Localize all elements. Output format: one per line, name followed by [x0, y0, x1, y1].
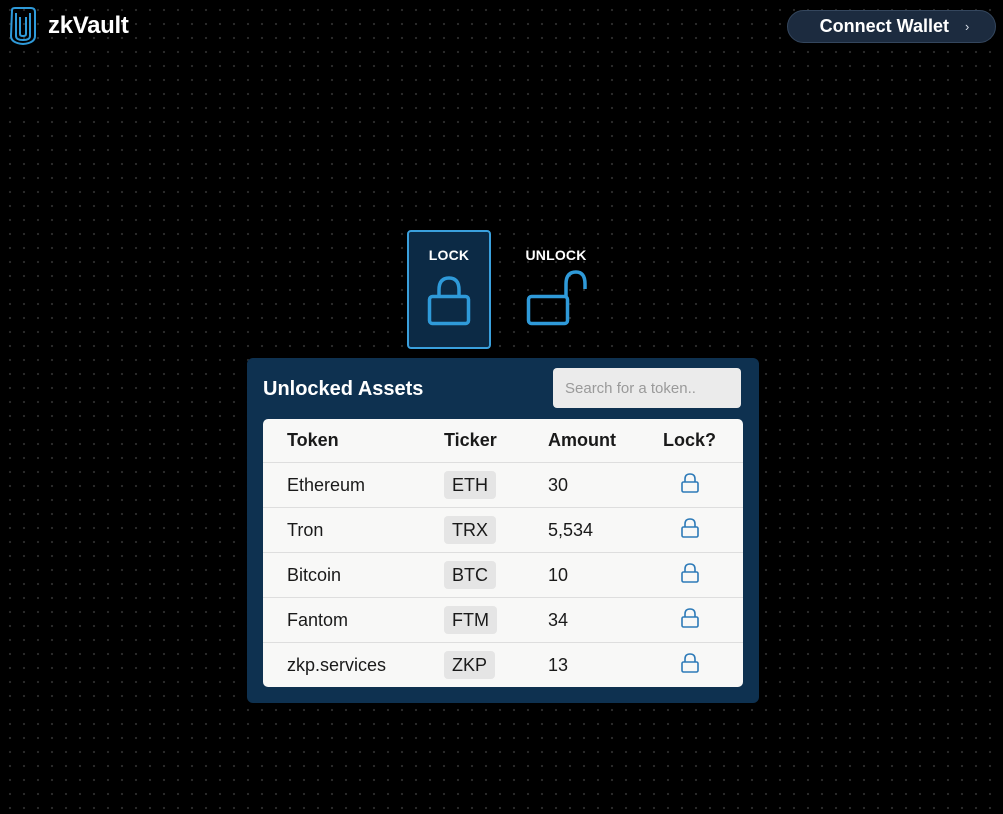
table-row: zkp.services ZKP 13: [263, 643, 743, 688]
lock-icon: [680, 562, 699, 583]
column-header-token: Token: [263, 419, 444, 463]
token-amount: 5,534: [548, 507, 660, 553]
ticker-badge: TRX: [444, 516, 496, 544]
unlock-mode-button[interactable]: UNLOCK: [514, 230, 598, 349]
token-amount: 10: [548, 552, 660, 598]
token-name: Ethereum: [263, 462, 444, 508]
table-row: Fantom FTM 34: [263, 597, 743, 643]
token-search-input[interactable]: [553, 368, 741, 408]
lock-open-icon: [526, 270, 587, 326]
column-header-amount: Amount: [548, 419, 660, 463]
token-name: Tron: [263, 507, 444, 553]
ticker-badge: ZKP: [444, 651, 496, 679]
app-logo[interactable]: zkVault: [6, 6, 129, 46]
connect-wallet-label: Connect Wallet: [819, 16, 949, 36]
unlocked-assets-panel: Unlocked Assets Token Ticker Amount Lock…: [247, 358, 759, 703]
lock-token-button[interactable]: [680, 472, 700, 494]
chevron-right-icon: ›: [965, 19, 970, 34]
lock-mode-button[interactable]: LOCK: [407, 230, 491, 349]
lock-token-button[interactable]: [680, 652, 700, 674]
token-amount: 30: [548, 462, 660, 508]
column-header-ticker: Ticker: [444, 419, 548, 463]
connect-wallet-button[interactable]: Connect Wallet ›: [787, 10, 996, 43]
app-name: zkVault: [48, 12, 129, 39]
ticker-badge: BTC: [444, 561, 496, 589]
token-name: Fantom: [263, 597, 444, 643]
table-row: Bitcoin BTC 10: [263, 552, 743, 598]
lock-icon: [680, 652, 699, 673]
ticker-badge: FTM: [444, 606, 497, 634]
lock-icon: [680, 472, 699, 493]
token-amount: 34: [548, 597, 660, 643]
lock-icon: [680, 517, 699, 538]
lock-icon: [680, 607, 699, 628]
table-header-row: Token Ticker Amount Lock?: [263, 419, 743, 463]
lock-closed-icon: [427, 276, 471, 326]
table-row: Ethereum ETH 30: [263, 462, 743, 508]
assets-table: Token Ticker Amount Lock? Ethereum ETH 3…: [263, 419, 743, 687]
vault-shield-icon: [9, 7, 36, 46]
lock-token-button[interactable]: [680, 607, 700, 629]
table-row: Tron TRX 5,534: [263, 507, 743, 553]
token-name: Bitcoin: [263, 552, 444, 598]
token-name: zkp.services: [287, 654, 387, 675]
lock-token-button[interactable]: [680, 562, 700, 584]
ticker-badge: ETH: [444, 471, 496, 499]
assets-table-card: Token Ticker Amount Lock? Ethereum ETH 3…: [263, 419, 743, 687]
lock-token-button[interactable]: [680, 517, 700, 539]
panel-title: Unlocked Assets: [263, 378, 424, 400]
column-header-lock: Lock?: [660, 419, 743, 463]
token-amount: 13: [548, 654, 569, 675]
